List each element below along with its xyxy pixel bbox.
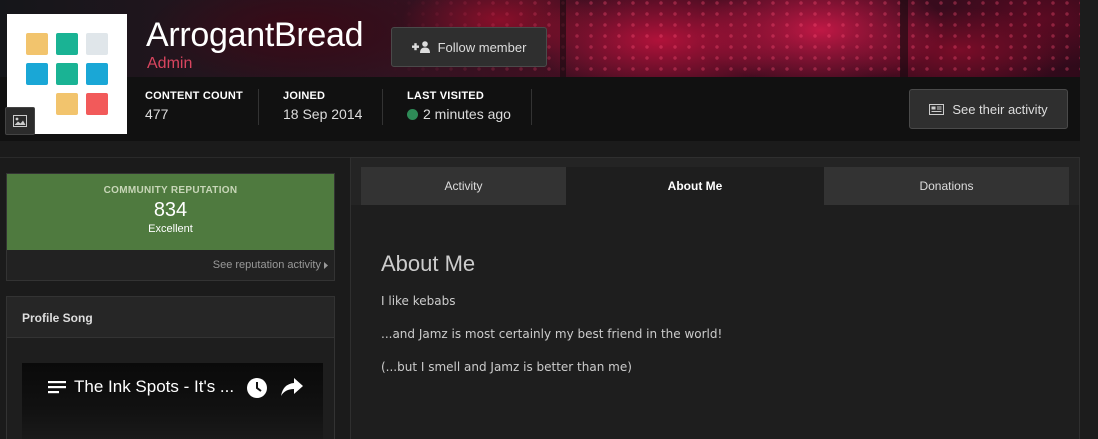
clock-icon[interactable] [246, 377, 268, 399]
avatar-tile [86, 33, 108, 55]
playlist-icon [48, 381, 66, 394]
reputation-activity-label: See reputation activity [212, 259, 321, 271]
about-me-line: ...and Jamz is most certainly my best fr… [381, 327, 723, 341]
follow-member-label: Follow member [437, 39, 527, 55]
reputation-value: 834 [153, 199, 188, 221]
change-cover-button[interactable] [5, 107, 35, 135]
stat-divider [258, 89, 259, 125]
last-visited-stat: LAST VISITED 2 minutes ago [407, 90, 511, 126]
tab-donations[interactable]: Donations [824, 167, 1069, 205]
header-gap [0, 141, 1098, 157]
see-activity-button[interactable]: See their activity [909, 89, 1068, 129]
newspaper-icon [929, 103, 945, 115]
see-activity-label: See their activity [952, 101, 1048, 117]
content-count-value: 477 [145, 106, 169, 122]
last-visited-row: 2 minutes ago [407, 106, 511, 122]
add-user-icon [411, 41, 430, 53]
about-me-line: I like kebabs [381, 294, 456, 308]
follow-member-button[interactable]: Follow member [391, 27, 547, 67]
reputation-activity-link[interactable]: See reputation activity [213, 259, 328, 271]
video-player[interactable]: The Ink Spots - It's ... [22, 363, 323, 439]
avatar-tile [56, 93, 78, 115]
reputation-description: Excellent [148, 223, 193, 235]
online-status-icon [407, 108, 418, 120]
joined-value: 18 Sep 2014 [283, 106, 363, 122]
tab-about-me[interactable]: About Me [566, 167, 824, 205]
page-scroll-edge [1080, 0, 1098, 439]
reputation-badge: COMMUNITY REPUTATION 834 Excellent [7, 174, 334, 250]
stat-divider [382, 89, 383, 125]
reputation-widget: COMMUNITY REPUTATION 834 Excellent See r… [6, 173, 335, 281]
user-group: Admin [147, 55, 193, 72]
about-me-line: (...but I smell and Jamz is better than … [381, 360, 632, 374]
last-visited-label: LAST VISITED [407, 90, 484, 102]
joined-stat: JOINED 18 Sep 2014 [283, 90, 362, 126]
profile-tabs: Activity About Me Donations [361, 167, 1069, 205]
tab-activity[interactable]: Activity [361, 167, 566, 205]
image-icon [13, 115, 27, 127]
tab-content [351, 205, 1079, 439]
cover-tree-trunk [560, 0, 566, 77]
avatar-tile [26, 63, 48, 85]
avatar-tile [26, 33, 48, 55]
joined-label: JOINED [283, 90, 326, 102]
username: ArrogantBread [146, 16, 364, 54]
avatar-tile [86, 63, 108, 85]
avatar-tile [86, 93, 108, 115]
about-me-heading: About Me [381, 251, 476, 276]
reputation-title: COMMUNITY REPUTATION [103, 185, 238, 196]
profile-song-heading: Profile Song [7, 297, 334, 338]
avatar-tile [56, 63, 78, 85]
share-icon[interactable] [281, 378, 303, 396]
content-count-stat: CONTENT COUNT 477 [145, 90, 243, 126]
cover-tree-trunk [900, 0, 908, 77]
profile-song-widget: Profile Song The Ink Spots - It's ... [6, 296, 335, 439]
video-title[interactable]: The Ink Spots - It's ... [74, 377, 234, 397]
caret-right-icon [324, 261, 328, 269]
stat-divider [531, 89, 532, 125]
content-count-label: CONTENT COUNT [145, 90, 243, 102]
avatar-tile [56, 33, 78, 55]
last-visited-value: 2 minutes ago [423, 106, 511, 122]
